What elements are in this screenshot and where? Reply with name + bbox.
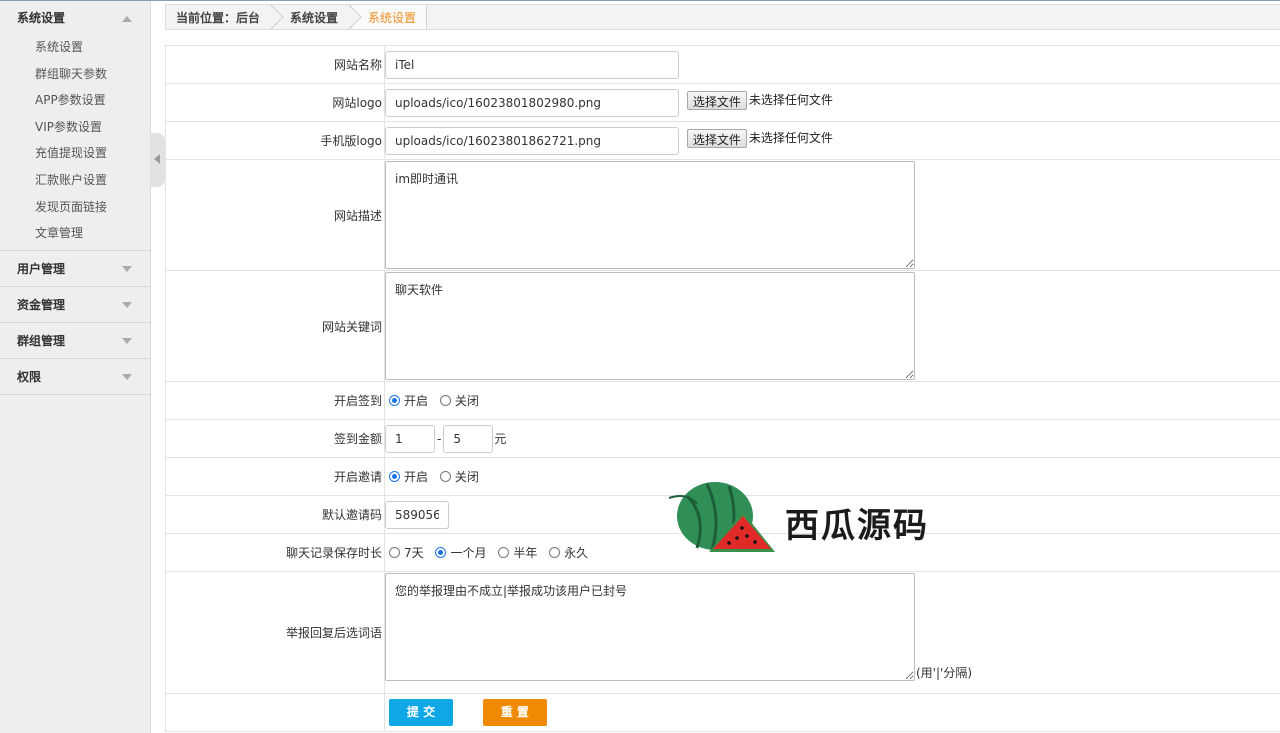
keywords-textarea[interactable]: 聊天软件 [385,272,915,380]
file-status-text: 未选择任何文件 [748,92,833,107]
choose-file-button[interactable]: 选择文件 [686,90,747,110]
field-label: 开启签到 [165,381,385,420]
radio-label: 永久 [564,546,589,560]
breadcrumb: 当前位置：后台 系统设置 系统设置 [165,4,1280,30]
reset-button[interactable]: 重 置 [482,699,547,726]
watermark: 西瓜源码 [667,476,967,560]
description-textarea[interactable]: im即时通讯 [385,161,915,269]
form-row-mobile-logo: 手机版logo 选择文件未选择任何文件 [165,121,1280,160]
breadcrumb-home[interactable]: 当前位置：后台 [166,5,275,29]
field-label: 聊天记录保存时长 [165,533,385,572]
field-label: 举报回复后选词语 [165,571,385,694]
file-status-text: 未选择任何文件 [748,130,833,145]
field-label: 开启邀请 [165,457,385,496]
form-row-site-name: 网站名称 [165,45,1280,84]
radio-label: 开启 [404,394,429,408]
sidebar: 系统设置 系统设置 群组聊天参数 APP参数设置 VIP参数设置 充值提现设置 … [0,1,151,733]
settings-form: 网站名称 网站logo 选择文件未选择任何文件 手机版logo 选择文件未选择任… [165,45,1280,732]
sidebar-item-group-chat-params[interactable]: 群组聊天参数 [0,61,150,88]
sidebar-section-label: 用户管理 [17,261,66,276]
separator-hint: (用'|'分隔) [916,666,973,680]
sidebar-item-recharge-withdraw[interactable]: 充值提现设置 [0,140,150,167]
form-row-signin: 开启签到 开启 关闭 [165,381,1280,420]
sidebar-item-vip-params[interactable]: VIP参数设置 [0,114,150,141]
currency-unit: 元 [494,431,507,446]
sidebar-item-discover-links[interactable]: 发现页面链接 [0,194,150,221]
form-row-site-logo: 网站logo 选择文件未选择任何文件 [165,83,1280,122]
invite-code-input[interactable] [385,500,449,529]
field-label: 手机版logo [165,121,385,160]
radio-label: 关闭 [454,394,479,408]
form-row-description: 网站描述 im即时通讯 [165,159,1280,271]
top-border-line [0,0,1280,1]
field-label: 网站描述 [165,159,385,271]
signin-max-input[interactable] [443,424,494,453]
radio-label: 7天 [404,546,424,560]
form-row-signin-amount: 签到金额 - 元 [165,419,1280,458]
choose-file-button[interactable]: 选择文件 [686,128,747,148]
radio-label: 关闭 [454,470,479,484]
field-label: 签到金额 [165,419,385,458]
retention-7days-radio[interactable] [389,547,400,558]
breadcrumb-section[interactable]: 系统设置 [274,5,353,29]
report-reply-textarea[interactable]: 您的举报理由不成立|举报成功该用户已封号 [385,573,915,681]
sidebar-item-system-settings[interactable]: 系统设置 [0,34,150,61]
field-label: 网站logo [165,83,385,122]
mobile-logo-path-input[interactable] [385,126,679,155]
sidebar-section-users[interactable]: 用户管理 [0,251,150,287]
chevron-up-icon [122,16,132,22]
retention-forever-radio[interactable] [549,547,561,558]
submit-button[interactable]: 提 交 [389,699,453,726]
site-name-input[interactable] [385,50,679,79]
form-row-report-reply: 举报回复后选词语 您的举报理由不成立|举报成功该用户已封号(用'|'分隔) [165,571,1280,694]
signin-off-radio[interactable] [439,395,451,406]
invite-off-radio[interactable] [439,471,451,482]
sidebar-submenu-system: 系统设置 群组聊天参数 APP参数设置 VIP参数设置 充值提现设置 汇款账户设… [0,34,150,251]
signin-on-radio[interactable] [389,395,400,406]
sidebar-section-label: 系统设置 [17,11,66,25]
chevron-down-icon [122,301,132,308]
field-label: 网站关键词 [165,270,385,382]
watermark-text: 西瓜源码 [785,506,929,546]
range-separator: - [437,431,442,446]
breadcrumb-current: 系统设置 [352,5,428,29]
sidebar-item-remit-accounts[interactable]: 汇款账户设置 [0,167,150,194]
form-row-keywords: 网站关键词 聊天软件 [165,270,1280,382]
sidebar-section-funds[interactable]: 资金管理 [0,287,150,323]
field-label: 默认邀请码 [165,495,385,534]
sidebar-section-label: 资金管理 [17,297,66,312]
sidebar-item-app-params[interactable]: APP参数设置 [0,87,150,114]
sidebar-section-label: 群组管理 [17,333,66,348]
radio-label: 半年 [513,546,538,560]
retention-halfyear-radio[interactable] [498,547,510,558]
sidebar-section-system[interactable]: 系统设置 [0,1,150,34]
field-label: 网站名称 [165,45,385,84]
sidebar-section-permissions[interactable]: 权限 [0,359,150,395]
radio-label: 开启 [404,470,429,484]
field-label [165,693,385,732]
radio-label: 一个月 [450,546,487,560]
chevron-down-icon [122,337,132,344]
watermelon-logo-icon [668,482,775,552]
chevron-left-icon [154,154,160,164]
sidebar-section-label: 权限 [17,369,42,384]
sidebar-section-groups[interactable]: 群组管理 [0,323,150,359]
chevron-down-icon [122,265,132,272]
invite-on-radio[interactable] [389,471,400,482]
form-row-actions: 提 交 重 置 [165,693,1280,732]
site-logo-path-input[interactable] [385,88,679,117]
sidebar-collapse-handle[interactable] [151,133,165,187]
signin-min-input[interactable] [385,424,435,453]
sidebar-item-articles[interactable]: 文章管理 [0,220,150,247]
chevron-down-icon [122,373,132,380]
retention-1month-radio[interactable] [435,547,447,558]
